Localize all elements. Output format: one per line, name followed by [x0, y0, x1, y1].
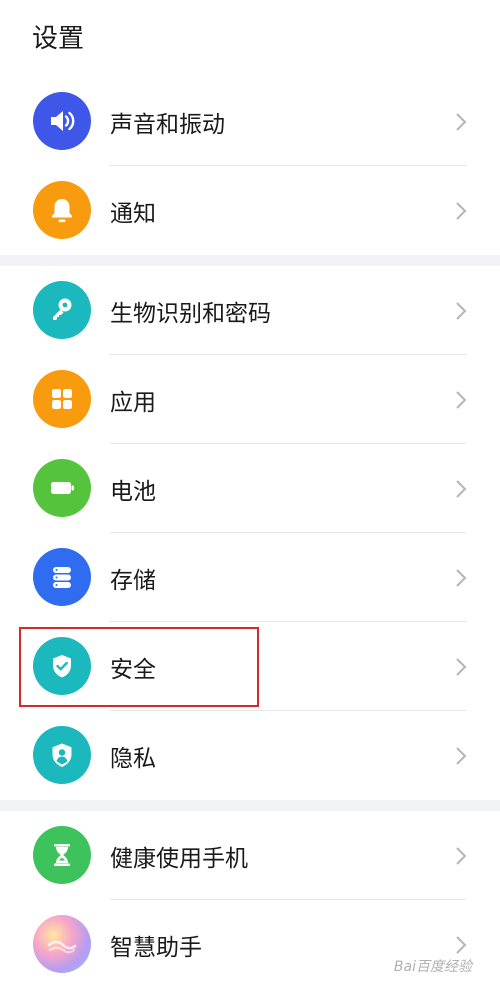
chevron-right-icon — [454, 200, 468, 222]
speaker-icon — [33, 92, 91, 150]
settings-item-label: 存储 — [110, 567, 156, 594]
chevron-right-icon — [454, 745, 468, 767]
settings-item-label: 声音和振动 — [110, 111, 225, 138]
chevron-right-icon — [454, 845, 468, 867]
shield-check-icon — [33, 637, 91, 695]
chevron-right-icon — [454, 111, 468, 133]
settings-item-label: 隐私 — [110, 745, 156, 772]
watermark: Bai百度经验 — [393, 959, 472, 975]
settings-item-security[interactable]: 安全 — [0, 622, 500, 711]
battery-icon — [33, 459, 91, 517]
settings-item-label: 健康使用手机 — [110, 845, 248, 872]
settings-item-label: 通知 — [110, 200, 156, 227]
key-icon — [33, 281, 91, 339]
chevron-right-icon — [454, 934, 468, 956]
apps-grid-icon — [33, 370, 91, 428]
settings-item-battery[interactable]: 电池 — [0, 444, 500, 533]
hourglass-icon — [33, 826, 91, 884]
settings-item-label: 智慧助手 — [110, 934, 202, 961]
privacy-shield-icon — [33, 726, 91, 784]
settings-item-storage[interactable]: 存储 — [0, 533, 500, 622]
settings-item-label: 安全 — [110, 656, 156, 683]
settings-item-apps[interactable]: 应用 — [0, 355, 500, 444]
chevron-right-icon — [454, 300, 468, 322]
settings-item-label: 电池 — [110, 478, 156, 505]
chevron-right-icon — [454, 567, 468, 589]
storage-icon — [33, 548, 91, 606]
settings-group-2: 生物识别和密码 应用 电池 存储 安全 隐私 — [0, 266, 500, 800]
settings-group-1: 声音和振动 通知 — [0, 77, 500, 255]
settings-item-label: 生物识别和密码 — [110, 300, 271, 327]
chevron-right-icon — [454, 389, 468, 411]
chevron-right-icon — [454, 478, 468, 500]
assistant-orb-icon — [33, 915, 91, 973]
settings-item-sound-vibration[interactable]: 声音和振动 — [0, 77, 500, 166]
settings-item-biometrics-password[interactable]: 生物识别和密码 — [0, 266, 500, 355]
chevron-right-icon — [454, 656, 468, 678]
settings-item-notifications[interactable]: 通知 — [0, 166, 500, 255]
settings-item-label: 应用 — [110, 389, 156, 416]
settings-item-privacy[interactable]: 隐私 — [0, 711, 500, 800]
settings-item-digital-balance[interactable]: 健康使用手机 — [0, 811, 500, 900]
page-title: 设置 — [32, 24, 85, 54]
bell-icon — [33, 181, 91, 239]
